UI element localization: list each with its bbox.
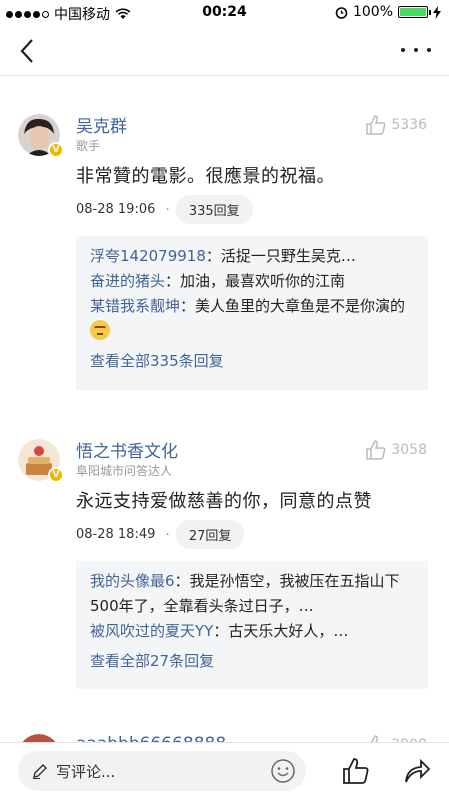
comment-time: 08-28 19:06 (76, 202, 156, 217)
dot-separator: · (165, 526, 170, 543)
reply-button[interactable]: 335回复 (175, 195, 253, 224)
more-icon[interactable] (401, 40, 431, 60)
like-button[interactable]: 3058 (365, 439, 427, 461)
reply-user[interactable]: 某错我系靓坤 (90, 297, 180, 315)
thumbs-up-icon (366, 440, 386, 460)
reply-box: 浮夸142079918：活捉一只野生吴克… 奋进的猪头：加油，最喜欢听你的江南 … (76, 236, 428, 390)
chevron-left-icon[interactable] (14, 36, 44, 66)
thumbs-up-icon[interactable] (342, 757, 370, 785)
alarm-icon (335, 6, 348, 19)
reply-user[interactable]: 被风吹过的夏天YY (90, 622, 213, 640)
reply-item[interactable]: 被风吹过的夏天YY：古天乐大好人，… (90, 619, 414, 644)
share-icon[interactable] (403, 757, 431, 785)
reply-user[interactable]: 奋进的猪头 (90, 272, 165, 290)
avatar[interactable]: V (18, 439, 64, 483)
comment-meta: 08-28 18:49 · 27回复 (76, 520, 245, 549)
dot-separator: · (165, 201, 170, 218)
reply-user[interactable]: 我的头像最6 (90, 572, 175, 590)
thumbs-up-icon (366, 115, 386, 135)
reply-text: ：加油，最喜欢听你的江南 (165, 272, 346, 290)
comment-meta: 08-28 19:06 · 335回复 (76, 195, 253, 224)
battery-percent: 100% (352, 4, 393, 20)
comment-text: 非常贊的電影。很應景的祝福。 (76, 166, 335, 187)
avatar[interactable]: V (18, 114, 64, 158)
reply-text: ：美人鱼里的大章鱼是不是你演的 (180, 297, 406, 315)
bottom-bar: 写评论... (0, 742, 449, 800)
comment-author[interactable]: 悟之书香文化 (76, 437, 178, 462)
nav-bar (0, 26, 449, 76)
comment-text: 永远支持爱做慈善的你，同意的点赞 (76, 491, 372, 512)
reply-box: 我的头像最6：我是孙悟空，我被压在五指山下500年了，全靠看头条过日子，… 被风… (76, 561, 428, 689)
like-count: 3058 (391, 442, 427, 458)
reply-item[interactable]: 奋进的猪头：加油，最喜欢听你的江南 (90, 269, 414, 294)
comment-input-placeholder: 写评论... (56, 762, 116, 781)
reply-button[interactable]: 27回复 (175, 520, 245, 549)
status-right: 100% (335, 4, 441, 20)
reply-item[interactable]: 我的头像最6：我是孙悟空，我被压在五指山下500年了，全靠看头条过日子，… (90, 569, 414, 619)
reply-text: ：古天乐大好人，… (213, 622, 349, 640)
emoji-icon[interactable] (268, 756, 298, 786)
reply-text: ：活捉一只野生吴克… (205, 247, 356, 265)
view-all-replies-link[interactable]: 查看全部335条回复 (90, 348, 414, 374)
comment-time: 08-28 18:49 (76, 527, 156, 542)
comment-author-title: 阜阳城市问答达人 (76, 464, 173, 478)
view-all-replies-link[interactable]: 查看全部27条回复 (90, 648, 414, 674)
charging-icon (433, 5, 441, 19)
pen-icon (33, 764, 47, 779)
battery-icon (398, 6, 431, 18)
verified-badge-icon: V (48, 142, 64, 158)
status-bar: 中国移动 00:24 100% (0, 0, 449, 26)
reply-item[interactable]: 某错我系靓坤：美人鱼里的大章鱼是不是你演的 (90, 294, 414, 344)
verified-badge-icon: V (48, 467, 64, 483)
reply-item[interactable]: 浮夸142079918：活捉一只野生吴克… (90, 244, 414, 269)
comment-author[interactable]: 吴克群 (76, 112, 127, 137)
reply-user[interactable]: 浮夸142079918 (90, 247, 206, 265)
thinking-emoji-icon (90, 320, 110, 340)
like-button[interactable]: 5336 (365, 114, 427, 136)
like-count: 5336 (391, 117, 427, 133)
comment-input[interactable]: 写评论... (18, 751, 306, 791)
comment-author-title: 歌手 (76, 139, 101, 153)
